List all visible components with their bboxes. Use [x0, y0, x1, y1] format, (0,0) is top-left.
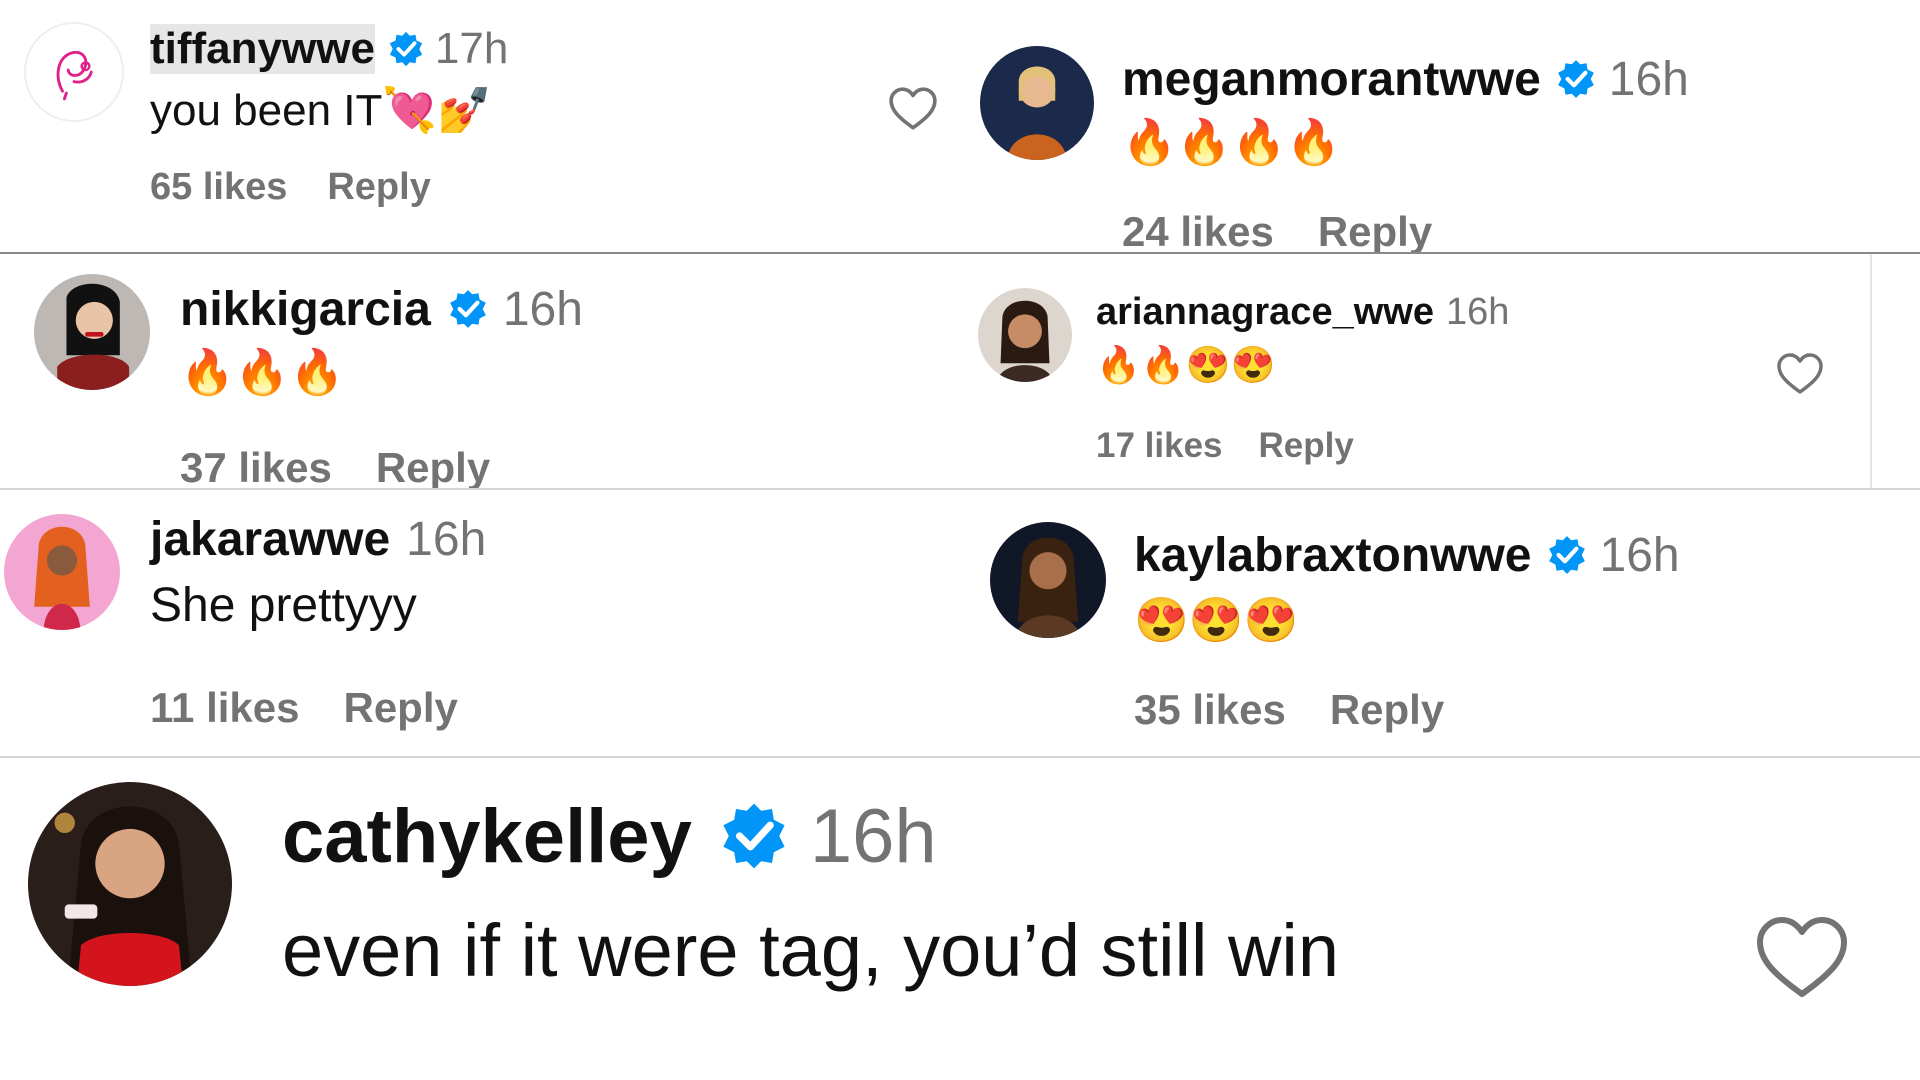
- likes-count[interactable]: 65 likes: [150, 166, 287, 209]
- avatar-ariannagrace-wwe[interactable]: [978, 288, 1072, 382]
- comment-text: you been IT: [150, 86, 383, 135]
- comment-emoji: 🔥🔥🔥🔥: [1122, 118, 1342, 167]
- avatar-kaylabraxtonwwe[interactable]: [990, 522, 1106, 638]
- reply-button[interactable]: Reply: [376, 444, 490, 488]
- username[interactable]: ariannagrace_wwe: [1096, 291, 1434, 334]
- comment-emoji: 😍😍😍: [1134, 596, 1299, 645]
- reply-button[interactable]: Reply: [343, 684, 457, 732]
- comment-meganmorantwwe: meganmorantwwe 16h 🔥🔥🔥🔥 24 likes Reply: [960, 0, 1920, 252]
- comment-time: 16h: [502, 282, 583, 336]
- verified-badge-icon: [1546, 534, 1588, 576]
- scrollbar-edge: [1870, 254, 1872, 488]
- comment-tiffanywwe: tiffanywwe 17h you been IT💘💅 65 likes Re…: [0, 0, 960, 252]
- heart-outline-icon[interactable]: [888, 86, 938, 132]
- avatar-meganmorantwwe[interactable]: [980, 46, 1094, 160]
- heart-outline-icon[interactable]: [1776, 352, 1824, 396]
- verified-badge-icon: [1555, 58, 1597, 100]
- username[interactable]: meganmorantwwe: [1122, 52, 1541, 107]
- username[interactable]: kaylabraxtonwwe: [1134, 528, 1532, 583]
- comment-emoji: 🔥🔥😍😍: [1096, 344, 1276, 385]
- likes-count[interactable]: 35 likes: [1134, 686, 1286, 734]
- comment-time: 16h: [809, 793, 937, 879]
- username[interactable]: jakarawwe: [150, 512, 390, 567]
- reply-button[interactable]: Reply: [1259, 426, 1354, 466]
- comment-jakarawwe: jakarawwe 16h She prettyyy 11 likes Repl…: [0, 490, 960, 756]
- profile-photo-icon: [34, 274, 150, 390]
- comment-text: even if it were tag, you’d still win: [282, 909, 1340, 992]
- profile-photo-icon: [978, 288, 1072, 382]
- verified-badge-icon: [718, 800, 790, 872]
- barbie-logo-icon: [26, 24, 122, 120]
- comment-time: 16h: [1608, 52, 1689, 106]
- comment-time: 17h: [434, 24, 509, 73]
- likes-count[interactable]: 37 likes: [180, 444, 332, 488]
- profile-photo-icon: [990, 522, 1106, 638]
- heart-outline-icon[interactable]: [1754, 914, 1850, 1002]
- avatar-jakarawwe[interactable]: [4, 514, 120, 630]
- verified-badge-icon: [447, 288, 489, 330]
- avatar-cathykelley[interactable]: [28, 782, 232, 986]
- username[interactable]: nikkigarcia: [180, 282, 431, 337]
- username[interactable]: cathykelley: [282, 793, 692, 880]
- comment-time: 16h: [1599, 528, 1680, 582]
- comment-text: She prettyyy: [150, 579, 417, 632]
- likes-count[interactable]: 24 likes: [1122, 208, 1274, 252]
- reply-button[interactable]: Reply: [327, 166, 430, 209]
- profile-photo-icon: [28, 782, 232, 986]
- avatar-nikkigarcia[interactable]: [34, 274, 150, 390]
- profile-photo-icon: [980, 46, 1094, 160]
- likes-count[interactable]: 11 likes: [150, 684, 299, 732]
- likes-count[interactable]: 17 likes: [1096, 426, 1223, 466]
- reply-button[interactable]: Reply: [1330, 686, 1444, 734]
- reply-button[interactable]: Reply: [1318, 208, 1432, 252]
- comment-time: 16h: [1445, 290, 1510, 333]
- username[interactable]: tiffanywwe: [150, 24, 375, 74]
- comment-nikkigarcia: nikkigarcia 16h 🔥🔥🔥 37 likes Reply: [0, 254, 960, 488]
- comment-ariannagrace-wwe: ariannagrace_wwe 16h 🔥🔥😍😍 17 likes Reply: [960, 254, 1920, 488]
- comment-time: 16h: [406, 512, 487, 566]
- avatar-tiffanywwe[interactable]: [24, 22, 124, 122]
- verified-badge-icon: [387, 30, 425, 68]
- comment-emoji: 💘💅: [382, 86, 492, 135]
- comment-kaylabraxtonwwe: kaylabraxtonwwe 16h 😍😍😍 35 likes Reply: [960, 490, 1920, 756]
- comment-emoji: 🔥🔥🔥: [180, 348, 345, 397]
- comment-cathykelley: cathykelley 16h even if it were tag, you…: [0, 758, 1920, 1080]
- cartoon-avatar-icon: [4, 514, 120, 630]
